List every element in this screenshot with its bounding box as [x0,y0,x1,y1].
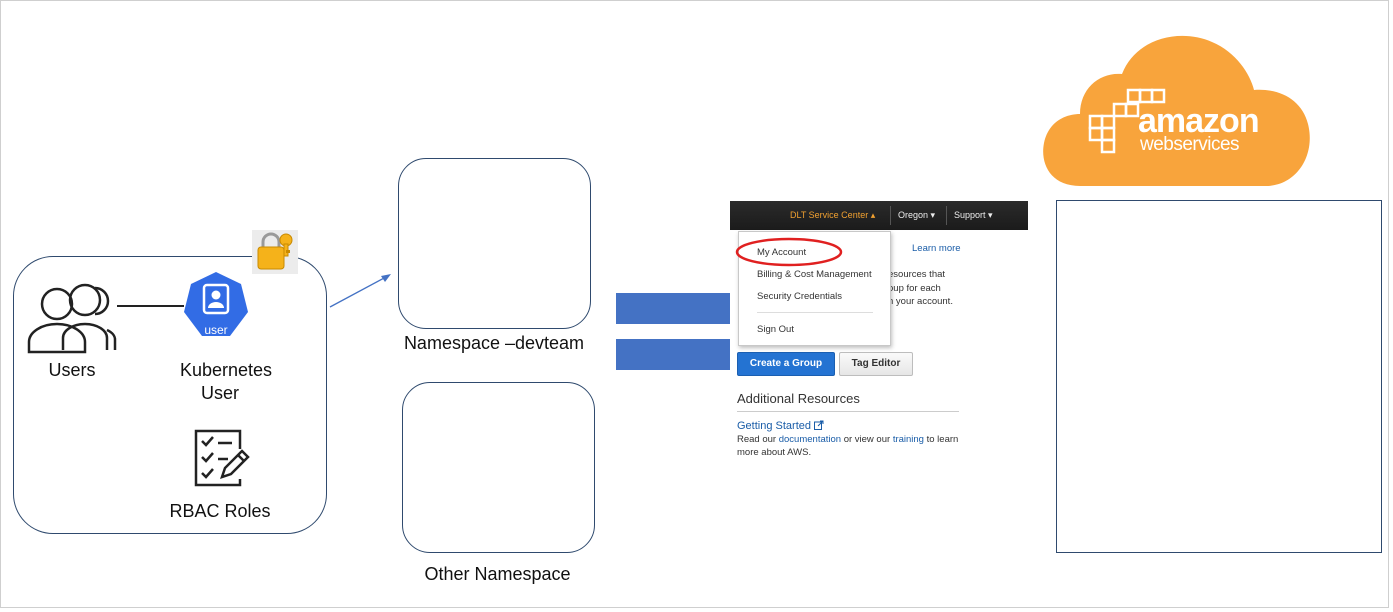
getting-started-link[interactable]: Getting Started [737,420,824,432]
resources-description-line1: Read our documentation or view our train… [737,434,959,445]
partial-text-line-1: esources that [888,269,946,280]
namespace-devteam-box [398,158,591,329]
menu-item-billing[interactable]: Billing & Cost Management [757,269,872,280]
access-arrow [328,270,394,310]
aws-console-topbar: DLT Service Center ▴ Oregon ▾ Support ▾ [730,201,1028,230]
external-link-icon [814,420,824,430]
lock-icon [252,230,298,274]
users-label: Users [48,360,96,380]
namespace-devteam-label: Namespace –devteam [403,333,585,353]
topbar-divider-1 [890,206,891,225]
account-menu[interactable]: DLT Service Center ▴ [790,210,875,221]
additional-resources-title: Additional Resources [737,391,860,406]
my-account-highlight-ellipse [734,236,844,268]
aws-logo: amazon webservices [1040,28,1316,188]
partial-text-line-2: oup for each [888,283,941,294]
checklist-icon [192,427,252,489]
additional-resources-divider [737,411,959,412]
kubernetes-user-label-line1: Kubernetes [179,360,273,380]
users-to-k8s-connector [117,305,184,307]
other-namespace-box [402,382,595,553]
aws-empty-panel [1056,200,1382,553]
learn-more-link[interactable]: Learn more [912,243,961,254]
topbar-divider-2 [946,206,947,225]
menu-divider [757,312,873,313]
resources-description-line2: more about AWS. [737,447,812,458]
tag-editor-button[interactable]: Tag Editor [839,352,913,376]
partial-text-line-3: n your account. [888,296,953,307]
equals-bar-bottom [616,339,730,370]
training-link[interactable]: training [893,434,924,445]
menu-item-security-credentials[interactable]: Security Credentials [757,291,842,302]
support-menu[interactable]: Support ▾ [954,210,993,221]
create-group-button[interactable]: Create a Group [737,352,835,376]
kubernetes-user-label-line2: User [200,383,239,403]
documentation-link[interactable]: documentation [779,434,841,445]
kubernetes-user-badge: user [204,323,228,337]
users-icon [25,278,119,354]
aws-logo-line2: webservices [1140,134,1240,155]
other-namespace-label: Other Namespace [424,564,571,584]
rbac-roles-label: RBAC Roles [169,501,271,521]
kubernetes-user-icon: user [183,270,249,346]
equals-bar-top [616,293,730,324]
region-menu[interactable]: Oregon ▾ [898,210,935,221]
menu-item-sign-out[interactable]: Sign Out [757,324,794,335]
